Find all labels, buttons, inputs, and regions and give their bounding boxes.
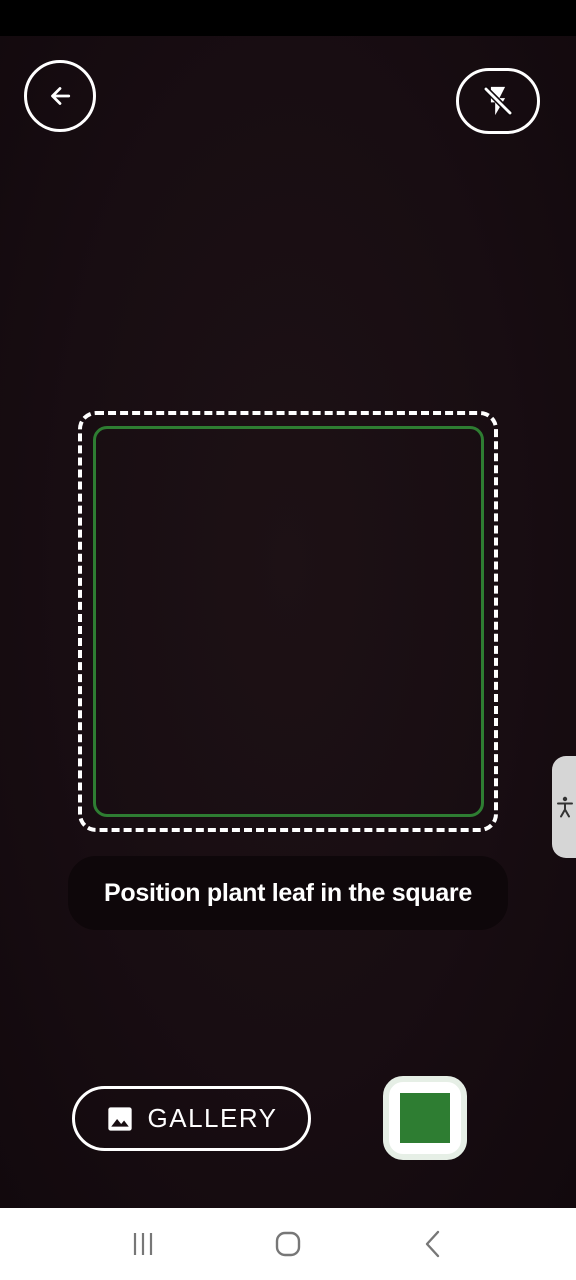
capture-button-inner bbox=[400, 1093, 450, 1143]
system-nav-bar bbox=[0, 1208, 576, 1280]
flash-toggle-button[interactable] bbox=[456, 68, 540, 134]
nav-recents-button[interactable] bbox=[113, 1214, 173, 1274]
hint-text: Position plant leaf in the square bbox=[104, 878, 472, 907]
flash-off-icon bbox=[482, 85, 514, 117]
gallery-button[interactable]: GALLERY bbox=[72, 1086, 311, 1151]
recents-icon bbox=[133, 1233, 152, 1255]
capture-button[interactable] bbox=[383, 1076, 467, 1160]
status-bar bbox=[0, 0, 576, 36]
image-icon bbox=[107, 1106, 132, 1131]
arrow-left-icon bbox=[51, 87, 71, 105]
scan-frame-inner bbox=[93, 426, 484, 817]
accessibility-tab[interactable] bbox=[552, 756, 576, 858]
home-icon bbox=[275, 1231, 301, 1257]
back-chevron-icon bbox=[426, 1230, 440, 1258]
nav-home-button[interactable] bbox=[258, 1214, 318, 1274]
gallery-label: GALLERY bbox=[147, 1103, 278, 1133]
nav-back-button[interactable] bbox=[403, 1214, 463, 1274]
camera-screen: Position plant leaf in the square GALLER… bbox=[0, 0, 576, 1280]
back-button[interactable] bbox=[24, 60, 96, 132]
accessibility-icon bbox=[557, 796, 573, 818]
hint-banner: Position plant leaf in the square bbox=[68, 856, 508, 930]
